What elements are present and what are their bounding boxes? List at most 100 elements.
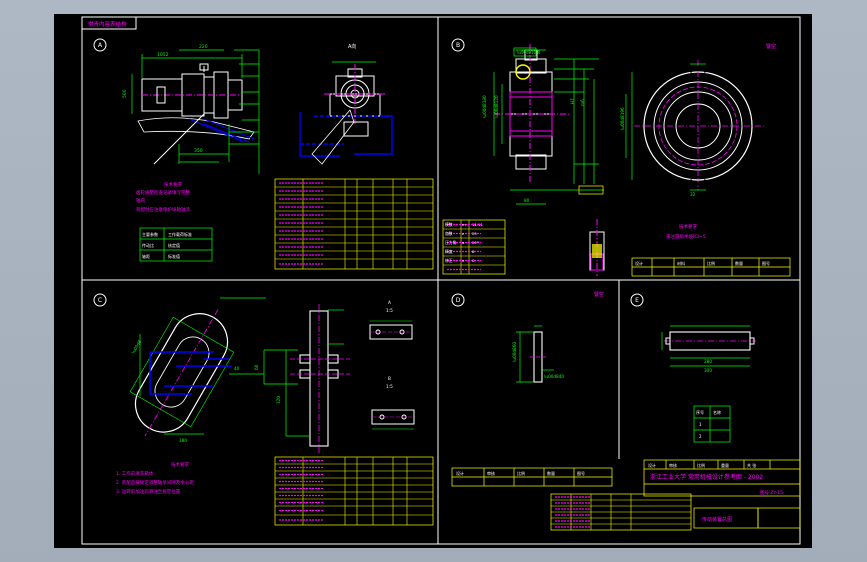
- svg-text:比例: 比例: [517, 470, 525, 476]
- param-cell: 模数: [445, 222, 453, 227]
- svg-text:3. 运转前加注润滑油至规定位置: 3. 运转前加注润滑油至规定位置: [116, 488, 181, 495]
- title-tag-text: 常青内容表结构: [88, 20, 127, 28]
- svg-text:数量: 数量: [735, 260, 743, 266]
- panel-b-gear-params: 模数 m 11.11齿数 z 25压力角 α 20°精度 8修正 x 0: [442, 219, 506, 275]
- panel-b-title-strip: 设计 材料 比例 数量 图号: [631, 257, 791, 277]
- param-cell: 25: [472, 231, 477, 236]
- panel-label-a: A: [98, 42, 103, 49]
- panel-b-note: 譬空: [766, 43, 776, 50]
- svg-text:1:5: 1:5: [386, 384, 393, 389]
- panel-label-c: C: [98, 297, 102, 304]
- drawing-frame: [81, 16, 801, 545]
- panel-e-shaft: 280 300 序号 名称 1 2: [661, 325, 756, 443]
- svg-text:装配时应注意保护纵轴轴流: 装配时应注意保护纵轴轴流: [136, 206, 190, 213]
- svg-text:图号: 图号: [762, 260, 770, 266]
- panel-a-view-label: A向: [348, 43, 356, 50]
- panel-c-bar: [290, 304, 350, 454]
- svg-text:60: 60: [254, 364, 259, 370]
- svg-text:设计: 设计: [456, 470, 464, 476]
- panel-b-tech-notes: 技术要求 未注圆角半径R3~5: [666, 223, 706, 240]
- svg-text:\u00d811.8: \u00d811.8: [517, 50, 540, 55]
- svg-text:齿轮质量检查记录填写完整: 齿轮质量检查记录填写完整: [136, 189, 190, 196]
- cad-drawing: 常青内容表结构 A B C D E 1052 220 500 350 A向 技术…: [81, 16, 801, 545]
- main-title-block: 设计 审核 比例 重量 共 张 浙江工业大学 常用机械设计参考图 - 2002 …: [550, 459, 801, 531]
- param-cell: α: [462, 240, 465, 245]
- svg-text:序号: 序号: [696, 409, 704, 415]
- svg-text:220: 220: [199, 44, 208, 50]
- panel-a-motor-assembly: 1052 220 500 350 A向 技术要求 齿轮质量检查记录填写完整 轴向…: [122, 43, 434, 270]
- param-cell: 压力角: [445, 240, 457, 245]
- svg-text:审核: 审核: [487, 470, 495, 476]
- svg-text:\u00d8: \u00d8: [131, 339, 143, 355]
- panel-a-side-view: [324, 64, 386, 137]
- svg-text:A: A: [388, 300, 391, 305]
- title-block-drawing-no: 图号 ZY-15: [760, 490, 783, 496]
- panel-a-param-table: 主要参数 工作载荷标准 传动比 核定值 轴距 标准值: [139, 227, 213, 262]
- param-cell: 11.11: [472, 222, 483, 227]
- svg-text:工作载荷标准: 工作载荷标准: [168, 231, 192, 237]
- panel-c-tensioner: \u00d8 180 40 60 120 A 1:5 B 1:5 技术要求 1.…: [116, 297, 434, 526]
- svg-text:280: 280: [704, 359, 712, 364]
- svg-text:图号: 图号: [577, 470, 585, 476]
- panel-a-tech-notes: 技术要求 齿轮质量检查记录填写完整 轴向 装配时应注意保护纵轴轴流: [136, 181, 190, 213]
- svg-text:40: 40: [234, 366, 240, 371]
- svg-text:共 张: 共 张: [747, 462, 756, 468]
- revision-table: [550, 493, 692, 531]
- svg-text:技术要求: 技术要求: [164, 181, 182, 188]
- svg-text:轴向: 轴向: [136, 197, 145, 204]
- svg-text:\u00d8120: \u00d8120: [494, 95, 499, 118]
- param-cell: 修正: [445, 258, 453, 263]
- svg-text:比例: 比例: [697, 462, 705, 468]
- svg-text:H7: H7: [570, 98, 575, 104]
- svg-text:未注圆角半径R3~5: 未注圆角半径R3~5: [666, 233, 706, 240]
- param-cell: x: [462, 258, 465, 263]
- panel-c-detail-1: A 1:5: [369, 300, 413, 340]
- panel-c-tech-notes: 技术要求 1. 工作前清洗箱体 2. 装配后按规定调整轴承间隙及中心距 3. 运…: [116, 461, 194, 495]
- svg-text:32: 32: [690, 192, 696, 197]
- svg-text:\u00d8180: \u00d8180: [482, 95, 487, 118]
- param-cell: 精度: [445, 249, 453, 254]
- svg-text:轴距: 轴距: [142, 253, 150, 259]
- svg-text:B: B: [388, 376, 391, 381]
- svg-text:传动比: 传动比: [142, 242, 154, 248]
- panel-d-title-strip: 设计 审核 比例 数量 图号: [451, 467, 613, 487]
- drawing-canvas[interactable]: 常青内容表结构 A B C D E 1052 220 500 350 A向 技术…: [54, 14, 812, 548]
- svg-text:设计: 设计: [635, 260, 643, 266]
- panel-c-parts-list: [274, 456, 434, 526]
- svg-text:设计: 设计: [648, 462, 656, 468]
- svg-text:120: 120: [276, 396, 281, 404]
- title-block-sheet-name: 传动装置总图: [702, 516, 732, 523]
- title-tag: 常青内容表结构: [81, 16, 137, 30]
- svg-text:350: 350: [194, 148, 203, 154]
- svg-text:\u00d840: \u00d840: [544, 374, 564, 379]
- cad-viewer: 常青内容表结构 A B C D E 1052 220 500 350 A向 技术…: [0, 0, 867, 562]
- svg-text:500: 500: [122, 89, 128, 98]
- svg-text:数量: 数量: [547, 470, 555, 476]
- svg-text:核定值: 核定值: [168, 242, 180, 248]
- panel-c-detail-2: B 1:5: [371, 376, 415, 430]
- svg-text:审核: 审核: [669, 462, 677, 468]
- svg-text:180: 180: [179, 438, 187, 443]
- svg-text:2. 装配后按规定调整轴承间隙及中心距: 2. 装配后按规定调整轴承间隙及中心距: [116, 479, 194, 486]
- svg-text:300: 300: [704, 368, 712, 373]
- svg-text:1:5: 1:5: [386, 308, 393, 313]
- param-cell: z: [462, 231, 464, 236]
- svg-text:\u00d8196: \u00d8196: [620, 107, 625, 130]
- svg-text:1: 1: [699, 422, 702, 427]
- svg-text:m6: m6: [580, 99, 585, 106]
- svg-text:比例: 比例: [707, 260, 715, 266]
- param-cell: 20°: [472, 240, 479, 245]
- param-cell: 齿数: [445, 231, 453, 236]
- svg-text:\u00d860: \u00d860: [512, 342, 517, 362]
- panel-d-spacer: \u00d860 \u00d840 譬空 设计 审核 比例 数量 图号: [451, 291, 613, 487]
- panel-b-front-view: \u00d8196 32: [620, 60, 764, 197]
- svg-text:主要参数: 主要参数: [142, 231, 158, 237]
- svg-text:2: 2: [699, 434, 702, 439]
- svg-text:名称: 名称: [713, 409, 721, 415]
- svg-text:材料: 材料: [677, 260, 685, 266]
- svg-text:1. 工作前清洗箱体: 1. 工作前清洗箱体: [116, 470, 154, 477]
- svg-text:1052: 1052: [157, 52, 169, 58]
- svg-text:技术要求: 技术要求: [171, 461, 189, 468]
- svg-text:标准值: 标准值: [168, 253, 180, 259]
- panel-label-e: E: [635, 297, 639, 304]
